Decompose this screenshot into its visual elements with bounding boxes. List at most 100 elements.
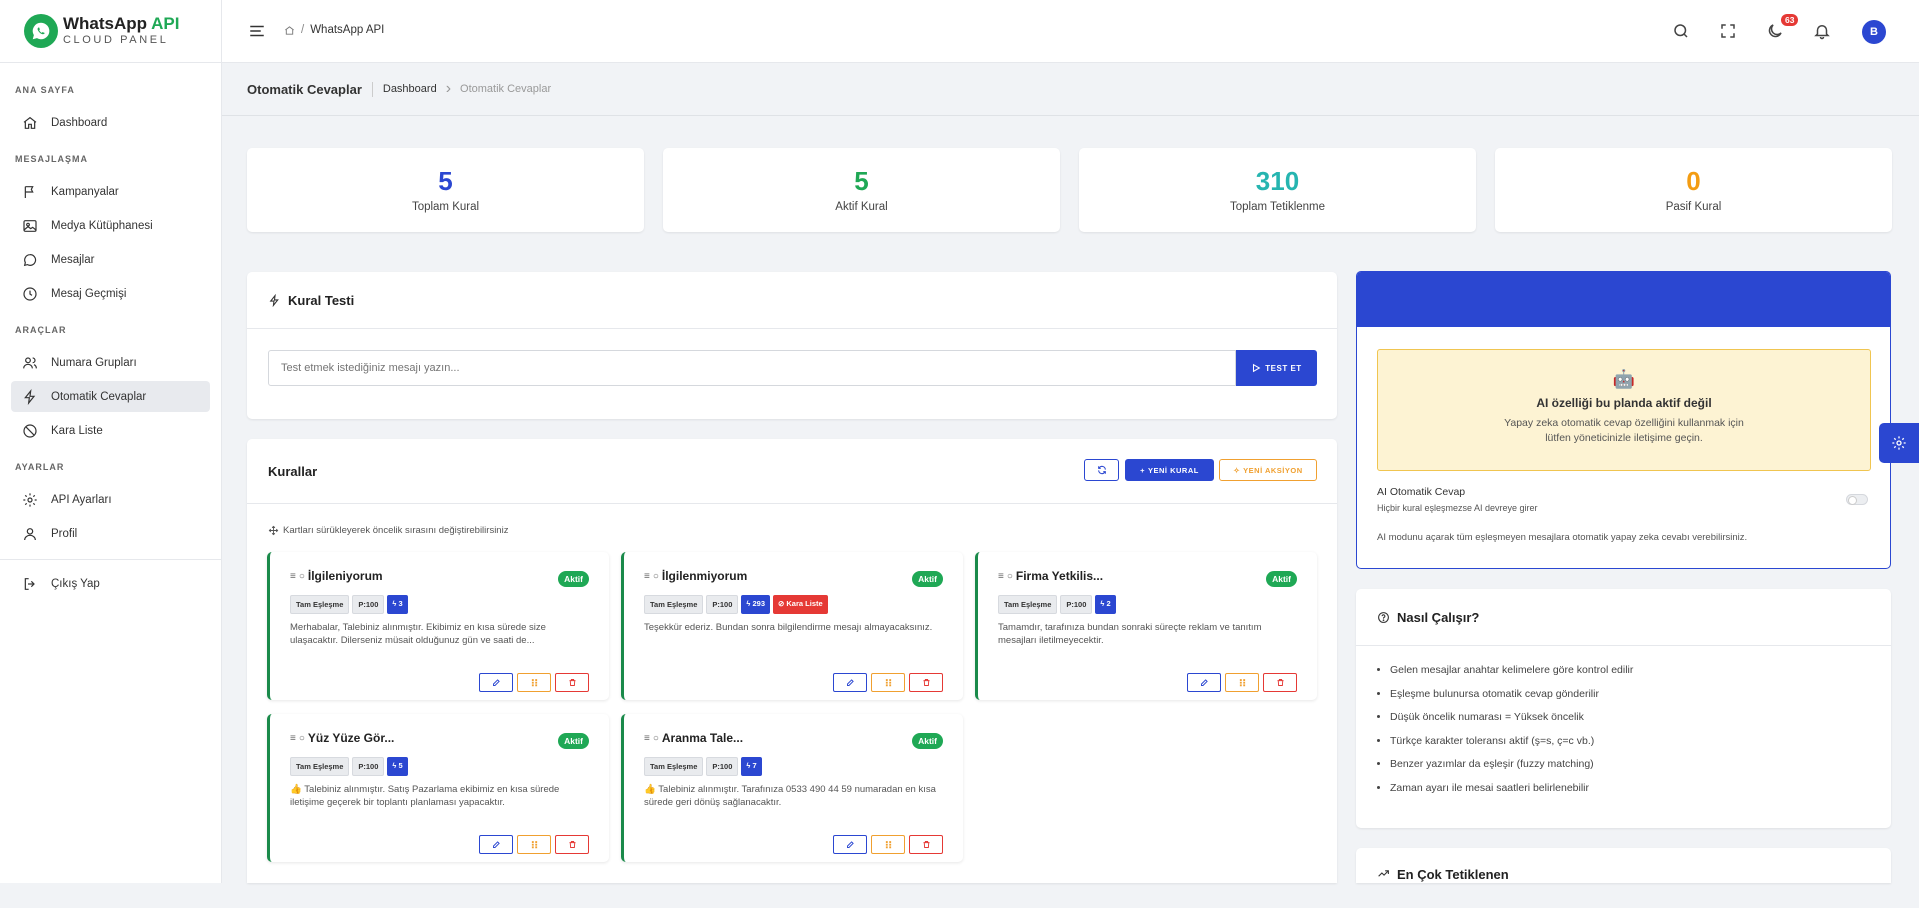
action-button[interactable] (517, 835, 551, 854)
breadcrumb: / WhatsApp API (284, 24, 384, 36)
trash-icon (569, 841, 575, 848)
stat-card-total-triggers: 310 Toplam Tetiklenme (1079, 148, 1476, 232)
grid-icon (531, 841, 537, 849)
sidebar-item-messages[interactable]: Mesajlar (11, 244, 210, 275)
home-icon[interactable] (284, 25, 295, 36)
home-icon (23, 116, 37, 129)
sidebar-item-auto-replies[interactable]: Otomatik Cevaplar (11, 381, 210, 412)
sidebar-item-number-groups[interactable]: Numara Grupları (11, 347, 210, 378)
breadcrumb-current: WhatsApp API (310, 24, 385, 36)
refresh-button[interactable] (1084, 459, 1119, 481)
match-type-tag: Tam Eşleşme (290, 757, 350, 776)
drag-hint: Kartları sürükleyerek öncelik sırasını d… (268, 525, 508, 536)
page-crumb-root[interactable]: Dashboard (383, 83, 437, 95)
new-rule-button[interactable]: + YENİ KURAL (1125, 459, 1214, 481)
bolt-icon (24, 388, 36, 405)
fullscreen-icon[interactable] (1719, 22, 1737, 40)
match-type-tag: Tam Eşleşme (644, 757, 704, 776)
edit-button[interactable] (833, 673, 867, 692)
rule-card[interactable]: ≡ ○ Aranma Tale... Aktif Tam Eşleşme P:100… (621, 714, 963, 862)
stat-value: 310 (1255, 166, 1300, 196)
ai-card-header (1357, 272, 1890, 327)
sidebar-item-api-settings[interactable]: API Ayarları (11, 484, 210, 515)
section-title-messaging: MESAJLAŞMA (15, 154, 89, 164)
rule-card[interactable]: ≡ ○ İlgilenmiyorum Aktif Tam Eşleşme P:100… (621, 552, 963, 700)
dark-mode-icon[interactable] (1766, 22, 1784, 40)
brand[interactable]: WhatsApp API CLOUD PANEL (0, 0, 221, 63)
new-action-button[interactable]: ✧ YENİ AKSİYON (1219, 459, 1317, 481)
sidebar-divider (0, 559, 221, 560)
action-button[interactable] (1225, 673, 1259, 692)
avatar[interactable]: B (1862, 20, 1886, 44)
edit-button[interactable] (479, 835, 513, 854)
rule-title: İlgilenmiyorum (661, 569, 748, 583)
top-triggered-header: En Çok Tetiklenen (1356, 848, 1891, 908)
search-icon[interactable] (1672, 22, 1690, 40)
test-message-input[interactable] (268, 350, 1236, 386)
list-item: Benzer yazımlar da eşleşir (fuzzy matchi… (1390, 753, 1891, 777)
sidebar-item-message-history[interactable]: Mesaj Geçmişi (11, 278, 210, 309)
sidebar-item-profile[interactable]: Profil (11, 518, 210, 549)
whatsapp-logo-icon (24, 14, 58, 48)
sidebar-item-dashboard[interactable]: Dashboard (11, 107, 210, 138)
rule-card[interactable]: ≡ ○ Yüz Yüze Gör... Aktif Tam Eşleşme P:10… (267, 714, 609, 862)
priority-tag: P:100 (706, 595, 739, 614)
chat-icon: ○ (1006, 570, 1013, 582)
drag-handle-icon[interactable]: ≡ (290, 571, 296, 582)
stat-card-active-rules: 5 Aktif Kural (663, 148, 1060, 232)
robot-icon: 🤖 (1612, 369, 1636, 389)
rule-card[interactable]: ≡ ○ Firma Yetkilis... Aktif Tam Eşleşme P:… (975, 552, 1317, 700)
trigger-count-tag: ϟ 5 (387, 757, 408, 776)
delete-button[interactable] (909, 835, 943, 854)
stat-label: Toplam Tetiklenme (1229, 201, 1326, 213)
blacklist-label: Kara Liste (786, 599, 823, 608)
move-icon (268, 525, 279, 536)
delete-button[interactable] (1263, 673, 1297, 692)
ai-toggle-switch[interactable] (1846, 494, 1868, 505)
rule-response-text: Merhabalar, Talebiniz alınmıştır. Ekibim… (290, 622, 546, 646)
stat-value: 5 (854, 166, 869, 196)
topbar: / WhatsApp API 63 B (222, 0, 1919, 63)
drag-handle-icon[interactable]: ≡ (644, 571, 650, 582)
sidebar-item-campaigns[interactable]: Kampanyalar (11, 176, 210, 207)
drag-hint-text: Kartları sürükleyerek öncelik sırasını d… (283, 525, 509, 536)
settings-tab-button[interactable] (1879, 423, 1919, 463)
test-button[interactable]: TEST ET (1236, 350, 1317, 386)
ai-warning-title: AI özelliği bu planda aktif değil (1536, 396, 1712, 410)
action-button[interactable] (871, 673, 905, 692)
edit-button[interactable] (479, 673, 513, 692)
trash-icon (1277, 679, 1283, 686)
chat-icon: ○ (298, 732, 305, 744)
list-item: Eşleşme bulunursa otomatik cevap gönderi… (1390, 683, 1891, 707)
rule-card[interactable]: ≡ ○ İlgileniyorum Aktif Tam Eşleşme P:100 … (267, 552, 609, 700)
sidebar-item-label: Mesajlar (51, 253, 95, 266)
delete-button[interactable] (555, 835, 589, 854)
delete-button[interactable] (555, 673, 589, 692)
priority-tag: P:100 (352, 757, 385, 776)
edit-button[interactable] (833, 835, 867, 854)
delete-button[interactable] (909, 673, 943, 692)
trash-icon (923, 679, 929, 686)
ai-warning-line2: lütfen yöneticinizle iletişime geçin. (1545, 431, 1703, 444)
drag-handle-icon[interactable]: ≡ (290, 733, 296, 744)
sidebar-item-blacklist[interactable]: Kara Liste (11, 415, 210, 446)
new-rule-label: YENİ KURAL (1148, 465, 1199, 475)
chat-icon: ○ (652, 570, 659, 582)
bell-icon[interactable] (1813, 22, 1831, 40)
drag-handle-icon[interactable]: ≡ (998, 571, 1004, 582)
action-button[interactable] (871, 835, 905, 854)
logout-icon (24, 577, 35, 590)
bolt-icon: ϟ (746, 599, 751, 608)
edit-button[interactable] (1187, 673, 1221, 692)
page-header: Otomatik Cevaplar Dashboard › Otomatik C… (222, 63, 1919, 116)
menu-toggle-icon[interactable] (248, 22, 266, 40)
trash-icon (923, 841, 929, 848)
rule-test-card: Kural Testi TEST ET (247, 272, 1337, 419)
users-icon (23, 356, 37, 368)
rule-title: Aranma Tale... (661, 731, 744, 745)
logout-button[interactable]: Çıkış Yap (11, 568, 210, 599)
sidebar-item-media-library[interactable]: Medya Kütüphanesi (11, 210, 210, 241)
action-button[interactable] (517, 673, 551, 692)
stat-value: 5 (438, 166, 453, 196)
drag-handle-icon[interactable]: ≡ (644, 733, 650, 744)
